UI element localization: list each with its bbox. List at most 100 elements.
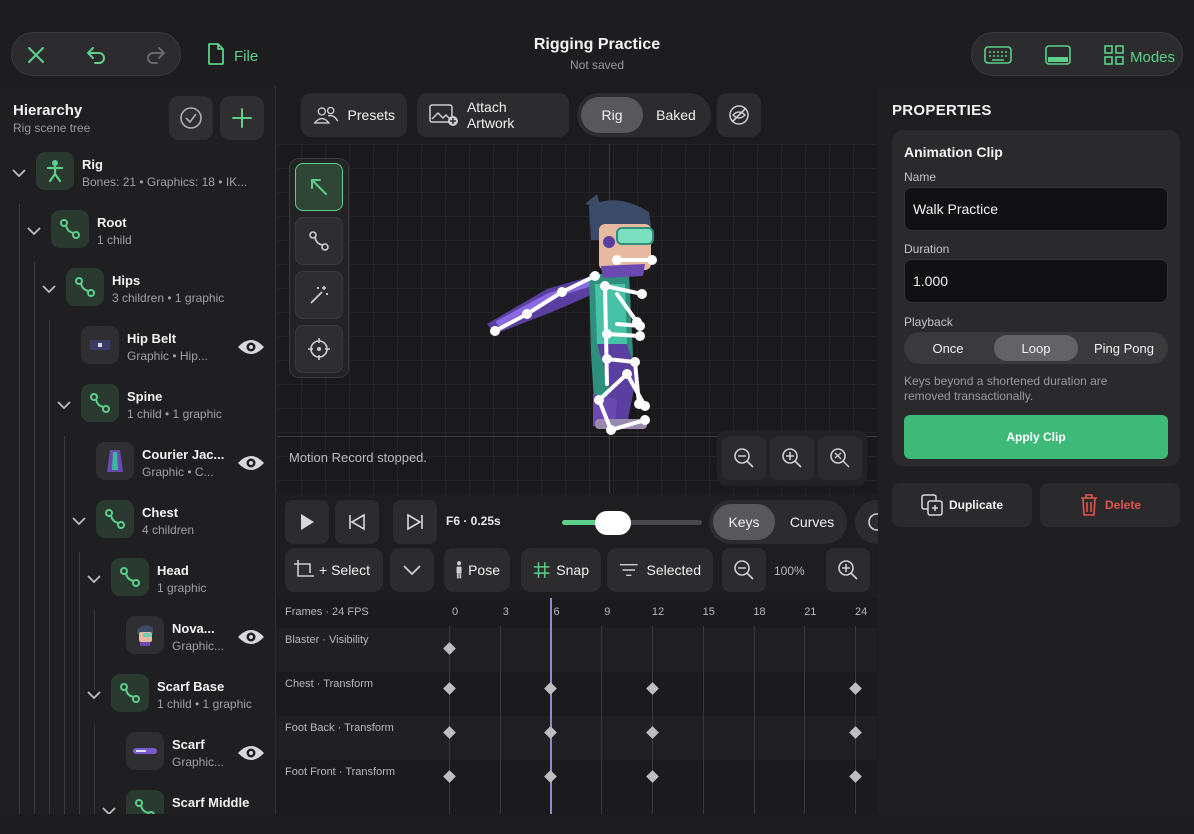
scrub-slider[interactable] xyxy=(562,511,702,535)
bone-tool[interactable] xyxy=(295,217,343,265)
timeline-zoom-in-button[interactable] xyxy=(826,548,870,592)
zoom-fit-icon xyxy=(830,448,850,468)
zoom-in-button[interactable] xyxy=(770,436,814,480)
node-meta: 1 graphic xyxy=(157,581,207,595)
tree-row-nova[interactable]: Nova... Graphic... xyxy=(0,608,275,666)
keys-curves-toggle: Keys Curves xyxy=(709,500,847,544)
undo-icon[interactable] xyxy=(84,43,108,67)
filter-selected-button[interactable]: Selected xyxy=(607,548,713,592)
rig-canvas[interactable]: Motion Record stopped. xyxy=(277,144,877,494)
visibility-toggle-button[interactable] xyxy=(717,93,761,137)
snap-button[interactable]: Snap xyxy=(521,548,601,592)
tree-row-scarf-middle[interactable]: Scarf Middle xyxy=(0,782,275,814)
play-button[interactable] xyxy=(285,500,329,544)
auto-rig-tool[interactable] xyxy=(295,271,343,319)
eye-icon[interactable] xyxy=(236,453,266,473)
node-meta: 1 child • 1 graphic xyxy=(127,407,222,421)
jacket-thumbnail xyxy=(96,442,134,480)
duration-label: Duration xyxy=(904,242,950,256)
node-name: Chest xyxy=(142,505,179,520)
tree-row-scarf-base[interactable]: Scarf Base 1 child • 1 graphic xyxy=(0,666,275,724)
tree-row-root[interactable]: Root 1 child xyxy=(0,202,275,260)
add-node-button[interactable] xyxy=(220,96,264,140)
zoom-fit-button[interactable] xyxy=(818,436,862,480)
frame-tick-label: 9 xyxy=(604,606,611,618)
select-tool[interactable] xyxy=(295,163,343,211)
attach-artwork-button[interactable]: Attach Artwork xyxy=(417,93,569,137)
filter-icon xyxy=(619,563,638,577)
frame-gridline xyxy=(499,626,501,814)
frame-tick-label: 24 xyxy=(854,606,868,618)
modes-button[interactable]: Modes xyxy=(1104,45,1175,70)
tool-palette xyxy=(289,158,349,378)
arrow-icon xyxy=(311,179,327,195)
tree-row-spine[interactable]: Spine 1 child • 1 graphic xyxy=(0,376,275,434)
chevron-down-icon xyxy=(403,565,421,576)
duplicate-button[interactable]: Duplicate xyxy=(892,483,1032,527)
playback-loop-option[interactable]: Loop xyxy=(994,335,1078,361)
timeline[interactable]: Frames · 24 FPS 0 3 6 9 12 15 18 21 24 Blaster · … xyxy=(277,598,877,814)
tree-row-rig[interactable]: Rig Bones: 21 • Graphics: 18 • IK... xyxy=(0,144,275,202)
node-meta: Bones: 21 • Graphics: 18 • IK... xyxy=(82,175,248,189)
bottom-bar xyxy=(0,814,1194,834)
magic-wand-icon xyxy=(310,286,328,304)
duration-field[interactable]: 1.000 xyxy=(904,259,1168,303)
pivot-tool[interactable] xyxy=(295,325,343,373)
file-menu-button[interactable]: File xyxy=(206,42,258,71)
name-label: Name xyxy=(904,170,937,184)
animation-clip-card: Animation Clip Name Walk Practice Durati… xyxy=(892,130,1180,466)
hierarchy-panel: Hierarchy Rig scene tree Rig Bones: 21 •… xyxy=(0,86,276,814)
edit-controls xyxy=(11,32,181,76)
select-mode-button[interactable]: + Select xyxy=(285,548,383,592)
keyboard-icon[interactable] xyxy=(982,41,1014,69)
redo-icon[interactable] xyxy=(144,43,168,67)
tree-row-courier-jacket[interactable]: Courier Jac... Graphic • C... xyxy=(0,434,275,492)
clip-name-field[interactable]: Walk Practice xyxy=(904,187,1168,231)
track-name: Foot Front · Transform xyxy=(285,766,396,778)
check-circle-icon xyxy=(180,107,202,129)
tree-row-hips[interactable]: Hips 3 children • 1 graphic xyxy=(0,260,275,318)
scrub-slider-knob[interactable] xyxy=(594,511,631,535)
eye-icon[interactable] xyxy=(236,337,266,357)
select-dropdown-button[interactable] xyxy=(390,548,434,592)
hidden-icon xyxy=(729,105,749,125)
chevron-down-icon xyxy=(57,401,71,410)
keys-tab[interactable]: Keys xyxy=(713,504,775,540)
apply-clip-button[interactable]: Apply Clip xyxy=(904,415,1168,459)
section-title: Animation Clip xyxy=(904,144,1003,160)
confirm-button[interactable] xyxy=(169,96,213,140)
eye-icon[interactable] xyxy=(236,627,266,647)
zoom-in-icon xyxy=(838,560,858,580)
step-forward-icon xyxy=(407,513,423,531)
playback-ping-pong-option[interactable]: Ping Pong xyxy=(1082,335,1166,361)
presets-button[interactable]: Presets xyxy=(301,93,407,137)
pose-label: Pose xyxy=(468,562,500,578)
track-name: Foot Back · Transform xyxy=(285,722,394,734)
editor-area: Presets Attach Artwork Rig Baked Motion … xyxy=(277,86,899,814)
playback-once-option[interactable]: Once xyxy=(907,335,989,361)
close-icon[interactable] xyxy=(24,43,48,67)
rig-tab[interactable]: Rig xyxy=(581,97,643,133)
node-name: Scarf Middle xyxy=(172,795,250,810)
tree-row-head[interactable]: Head 1 graphic xyxy=(0,550,275,608)
node-meta: Graphic • Hip... xyxy=(127,349,208,363)
baked-tab[interactable]: Baked xyxy=(645,97,707,133)
eye-icon[interactable] xyxy=(236,743,266,763)
tree-row-scarf[interactable]: Scarf Graphic... xyxy=(0,724,275,782)
bottom-panel-icon[interactable] xyxy=(1042,41,1074,69)
zoom-out-button[interactable] xyxy=(722,436,766,480)
delete-button[interactable]: Delete xyxy=(1040,483,1180,527)
tree-row-hip-belt[interactable]: Hip Belt Graphic • Hip... xyxy=(0,318,275,376)
tree-row-chest[interactable]: Chest 4 children xyxy=(0,492,275,550)
chevron-down-icon xyxy=(87,575,101,584)
trash-icon xyxy=(1080,494,1097,516)
chevron-down-icon xyxy=(42,285,56,294)
people-icon xyxy=(313,106,339,124)
node-meta: Graphic... xyxy=(172,755,225,769)
pose-button[interactable]: Pose xyxy=(444,548,510,592)
frame-tick-label: 0 xyxy=(451,606,459,618)
next-frame-button[interactable] xyxy=(393,500,437,544)
timeline-zoom-out-button[interactable] xyxy=(722,548,766,592)
curves-tab[interactable]: Curves xyxy=(781,504,843,540)
previous-frame-button[interactable] xyxy=(335,500,379,544)
